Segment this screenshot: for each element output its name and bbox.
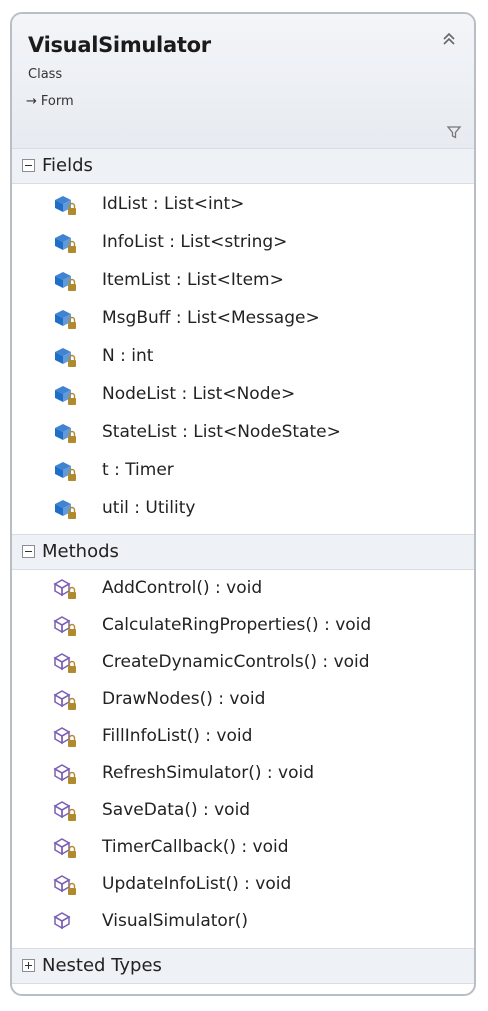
- private-field-icon: [52, 497, 78, 521]
- field-row[interactable]: NodeList : List<Node>: [52, 380, 452, 410]
- collapse-minus-icon[interactable]: [22, 545, 35, 558]
- method-label: CalculateRingProperties() : void: [102, 615, 372, 635]
- private-field-icon: [52, 459, 78, 483]
- field-row[interactable]: ItemList : List<Item>: [52, 266, 452, 296]
- field-label: IdList : List<int>: [102, 194, 245, 214]
- nested-types-section-title: Nested Types: [42, 955, 162, 976]
- private-method-icon: [52, 762, 78, 786]
- method-row[interactable]: UpdateInfoList() : void: [52, 870, 452, 900]
- field-row[interactable]: util : Utility: [52, 494, 452, 524]
- private-field-icon: [52, 269, 78, 293]
- method-label: CreateDynamicControls() : void: [102, 652, 370, 672]
- private-method-icon: [52, 873, 78, 897]
- field-label: t : Timer: [102, 460, 174, 480]
- method-label: FillInfoList() : void: [102, 726, 253, 746]
- field-row[interactable]: IdList : List<int>: [52, 190, 452, 220]
- inherits-arrow-icon: →: [26, 94, 37, 109]
- method-row[interactable]: RefreshSimulator() : void: [52, 759, 452, 789]
- method-label: TimerCallback() : void: [102, 837, 289, 857]
- field-row[interactable]: InfoList : List<string>: [52, 228, 452, 258]
- method-label: UpdateInfoList() : void: [102, 874, 292, 894]
- methods-section-header[interactable]: Methods: [12, 534, 474, 570]
- method-row[interactable]: CreateDynamicControls() : void: [52, 648, 452, 678]
- method-label: SaveData() : void: [102, 800, 251, 820]
- private-field-icon: [52, 193, 78, 217]
- public-method-icon: [52, 910, 78, 934]
- fields-section-title: Fields: [42, 155, 93, 176]
- method-row[interactable]: AddControl() : void: [52, 574, 452, 604]
- private-method-icon: [52, 799, 78, 823]
- class-name: VisualSimulator: [28, 33, 211, 57]
- field-row[interactable]: N : int: [52, 342, 452, 372]
- field-row[interactable]: MsgBuff : List<Message>: [52, 304, 452, 334]
- base-class: → Form: [26, 94, 74, 109]
- method-row[interactable]: CalculateRingProperties() : void: [52, 611, 452, 641]
- private-field-icon: [52, 307, 78, 331]
- method-row[interactable]: VisualSimulator(): [52, 907, 452, 937]
- nested-types-section-header[interactable]: Nested Types: [12, 948, 474, 984]
- private-field-icon: [52, 345, 78, 369]
- field-row[interactable]: StateList : List<NodeState>: [52, 418, 452, 448]
- method-row[interactable]: TimerCallback() : void: [52, 833, 452, 863]
- method-row[interactable]: SaveData() : void: [52, 796, 452, 826]
- method-label: AddControl() : void: [102, 578, 263, 598]
- class-shape[interactable]: VisualSimulator Class → Form Fields IdLis…: [10, 12, 476, 996]
- field-label: InfoList : List<string>: [102, 232, 288, 252]
- class-header: VisualSimulator Class → Form: [12, 14, 474, 149]
- private-method-icon: [52, 836, 78, 860]
- field-label: MsgBuff : List<Message>: [102, 308, 320, 328]
- field-label: util : Utility: [102, 498, 196, 518]
- method-label: VisualSimulator(): [102, 911, 249, 931]
- field-label: N : int: [102, 346, 154, 366]
- method-row[interactable]: DrawNodes() : void: [52, 685, 452, 715]
- class-kind: Class: [28, 67, 63, 82]
- field-label: NodeList : List<Node>: [102, 384, 296, 404]
- field-label: StateList : List<NodeState>: [102, 422, 341, 442]
- private-method-icon: [52, 651, 78, 675]
- base-class-name: Form: [40, 94, 74, 109]
- method-row[interactable]: FillInfoList() : void: [52, 722, 452, 752]
- private-field-icon: [52, 383, 78, 407]
- private-field-icon: [52, 421, 78, 445]
- methods-section-title: Methods: [42, 541, 119, 562]
- private-method-icon: [52, 614, 78, 638]
- private-method-icon: [52, 577, 78, 601]
- private-method-icon: [52, 725, 78, 749]
- collapse-chevron-icon[interactable]: [438, 30, 460, 52]
- field-label: ItemList : List<Item>: [102, 270, 284, 290]
- field-row[interactable]: t : Timer: [52, 456, 452, 486]
- private-field-icon: [52, 231, 78, 255]
- filter-icon[interactable]: [446, 124, 462, 140]
- collapse-minus-icon[interactable]: [22, 159, 35, 172]
- method-label: DrawNodes() : void: [102, 689, 266, 709]
- method-label: RefreshSimulator() : void: [102, 763, 315, 783]
- fields-section-header[interactable]: Fields: [12, 148, 474, 184]
- private-method-icon: [52, 688, 78, 712]
- expand-plus-icon[interactable]: [22, 959, 35, 972]
